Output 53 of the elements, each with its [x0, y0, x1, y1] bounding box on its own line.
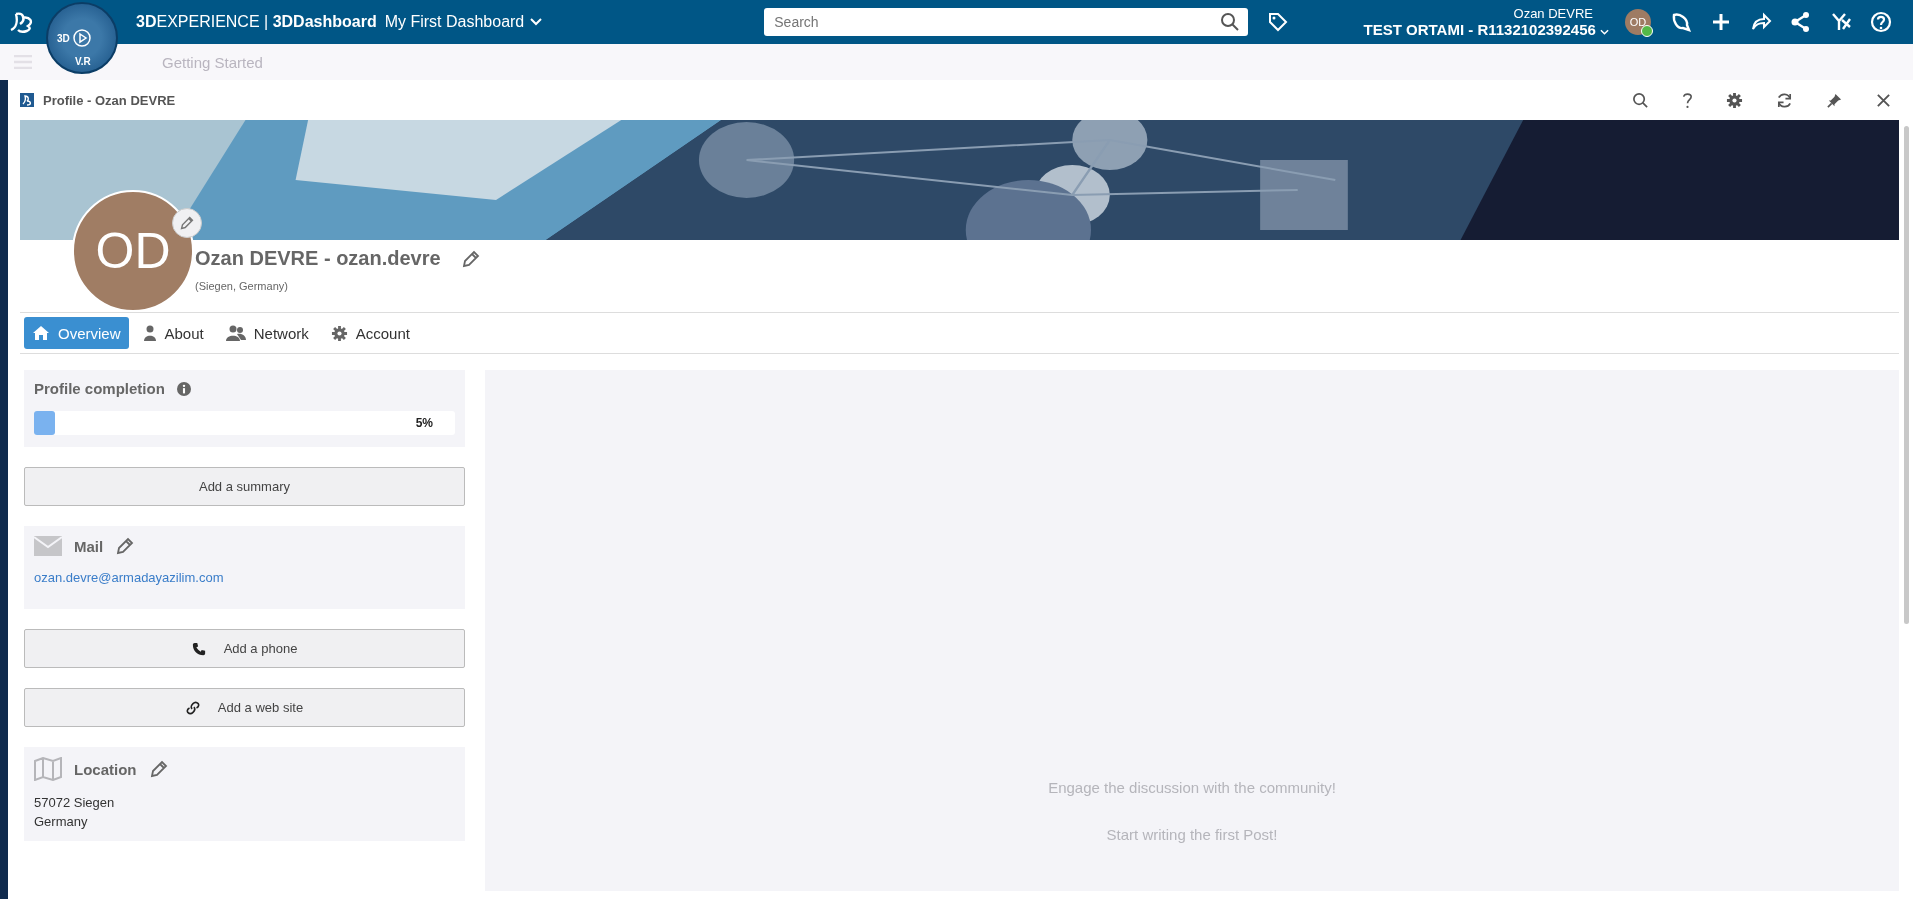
- profile-tab[interactable]: About: [134, 317, 212, 349]
- link-icon: [185, 700, 200, 715]
- widget-title: Profile - Ozan DEVRE: [43, 92, 176, 108]
- people-icon: [225, 325, 246, 341]
- app-logo-icon: [20, 93, 34, 107]
- pencil-icon[interactable]: [148, 759, 169, 779]
- email-link[interactable]: ozan.devre@armadayazilim.com: [34, 570, 224, 597]
- plus-icon[interactable]: [1710, 11, 1732, 33]
- feed-hint: Start writing the first Post!: [1106, 826, 1278, 843]
- help-icon[interactable]: [1870, 11, 1892, 33]
- card-title: Mail: [74, 537, 104, 555]
- envelope-icon: [34, 536, 62, 556]
- pencil-icon[interactable]: [115, 536, 136, 556]
- chevron-icon: [1600, 29, 1609, 35]
- progress-reading: 5%: [415, 416, 433, 430]
- feed-message: Engage the discussion with the community!: [1048, 779, 1336, 796]
- search-icon[interactable]: [1220, 12, 1241, 32]
- address-line: 57072 Siegen: [34, 795, 116, 810]
- search-icon[interactable]: [1632, 91, 1649, 109]
- gear-icon: [330, 324, 348, 342]
- scrollbar-thumb[interactable]: [1903, 126, 1909, 624]
- phone-icon: [191, 641, 206, 656]
- profile-tab[interactable]: Account: [322, 317, 418, 349]
- help-icon[interactable]: [1682, 91, 1693, 109]
- brand-title: 3DEXPERIENCE | 3DDashboard: [136, 13, 377, 31]
- compass-icon[interactable]: 3D V.R: [46, 2, 118, 74]
- pin-icon[interactable]: [1826, 91, 1843, 109]
- settings-icon[interactable]: [1726, 91, 1743, 109]
- add-website-button[interactable]: Add a web site: [24, 688, 465, 727]
- tenant-menu[interactable]: TEST ORTAMI - R1132102392456: [1363, 21, 1609, 38]
- refresh-icon[interactable]: [1776, 91, 1793, 109]
- card-title: Profile completion: [34, 380, 165, 397]
- profile-tab[interactable]: Network: [217, 317, 317, 349]
- dashboard-menu[interactable]: My First Dashboard: [384, 13, 543, 31]
- info-icon[interactable]: [176, 381, 191, 396]
- tag-icon[interactable]: [1268, 12, 1289, 32]
- address-line: Germany: [34, 814, 89, 829]
- add-phone-button[interactable]: Add a phone: [24, 629, 465, 668]
- close-icon[interactable]: [1876, 92, 1891, 108]
- person-icon: [142, 325, 157, 341]
- profile-name: Ozan DEVRE - ozan.devre: [195, 247, 441, 270]
- user-name: Ozan DEVRE: [1513, 6, 1593, 21]
- home-icon: [32, 325, 50, 341]
- map-icon: [34, 757, 62, 781]
- profile-location: (Siegen, Germany): [195, 280, 289, 292]
- card-title: Location: [74, 760, 137, 778]
- chevron-icon: [530, 18, 543, 26]
- add-summary-button[interactable]: Add a summary: [24, 467, 465, 506]
- user-avatar[interactable]: OD: [1625, 9, 1651, 35]
- pencil-icon: [178, 214, 196, 232]
- network-icon[interactable]: [1790, 11, 1812, 33]
- search-field[interactable]: Search: [764, 8, 1249, 36]
- pencil-icon[interactable]: [460, 248, 481, 269]
